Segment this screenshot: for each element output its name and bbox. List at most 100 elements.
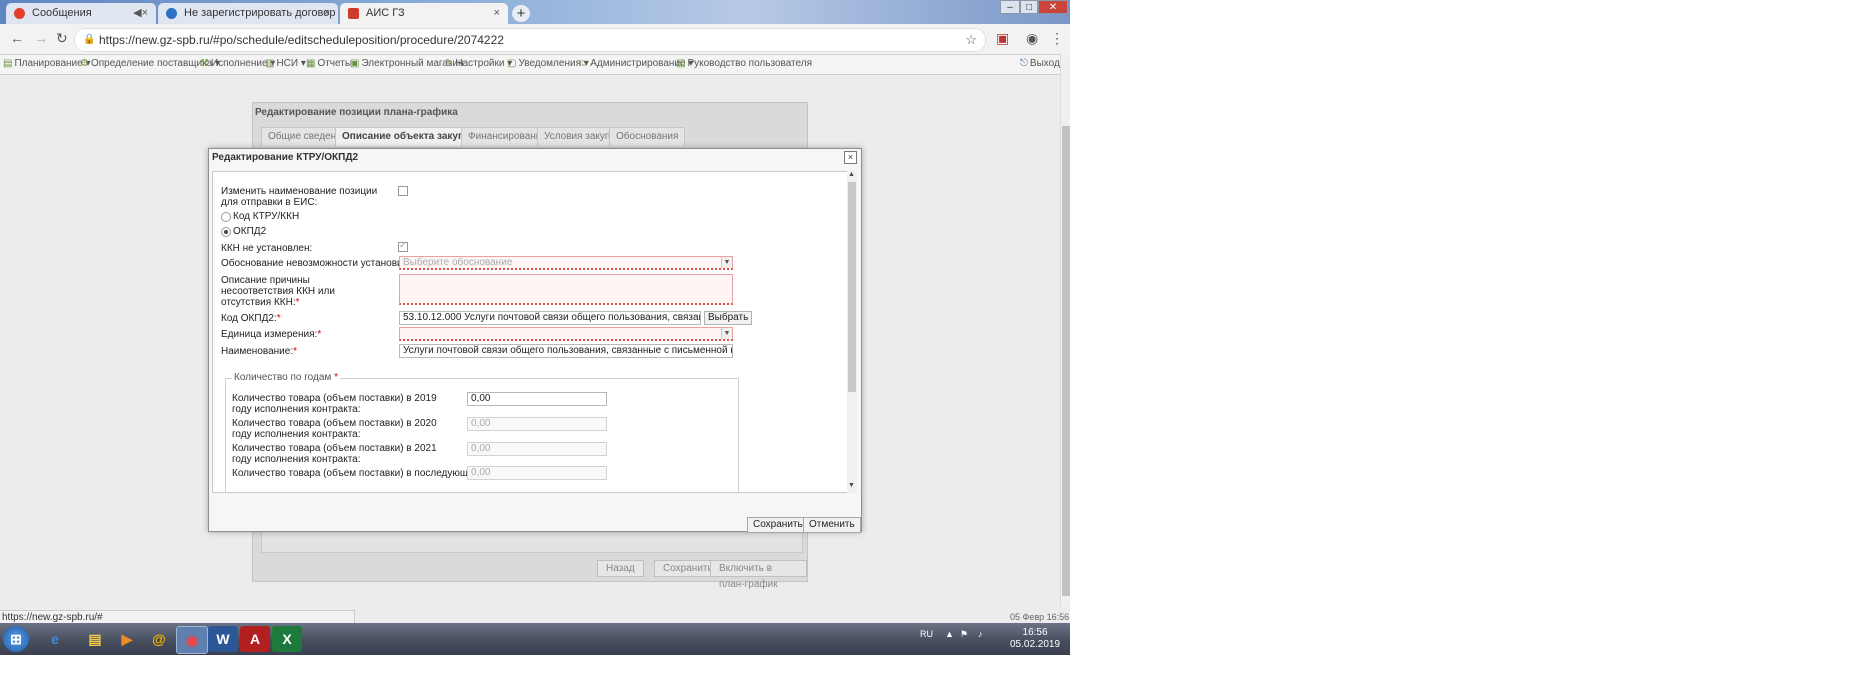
grid-icon: ▤ bbox=[3, 58, 13, 69]
language-indicator[interactable]: RU bbox=[920, 629, 933, 639]
include-in-schedule-button[interactable]: Включить в план-график bbox=[710, 560, 807, 590]
close-window-button[interactable]: ✕ bbox=[1038, 0, 1068, 14]
acrobat-icon[interactable]: A bbox=[240, 626, 270, 652]
menu-planning[interactable]: ▤ Планирование ▾ bbox=[3, 58, 91, 69]
chrome-icon[interactable]: ◉ bbox=[176, 626, 208, 654]
scroll-up-icon[interactable]: ▲ bbox=[848, 171, 855, 178]
chrome-menu-icon[interactable]: ⋮ bbox=[1050, 30, 1064, 47]
internet-explorer-icon[interactable]: e bbox=[40, 626, 70, 652]
okpd-radio[interactable] bbox=[221, 227, 231, 237]
select-okpd-button[interactable]: Выбрать bbox=[704, 311, 753, 325]
dialog-cancel-button[interactable]: Отменить bbox=[803, 517, 861, 533]
change-name-checkbox[interactable] bbox=[398, 186, 408, 196]
globe-favicon-icon bbox=[166, 8, 177, 19]
tab-justifications[interactable]: Обоснования bbox=[609, 127, 686, 146]
tab-label: Сообщения bbox=[32, 7, 92, 19]
speaker-icon[interactable]: ♪ bbox=[978, 629, 983, 639]
dialog-scrollbar[interactable]: ▲ ▼ bbox=[847, 171, 857, 493]
menu-settings[interactable]: ✎ Настройки ▾ bbox=[445, 58, 512, 69]
qty-2019-input[interactable]: 0,00 bbox=[467, 392, 607, 406]
scroll-down-icon[interactable]: ▼ bbox=[848, 482, 855, 489]
close-tab-icon[interactable]: × bbox=[494, 3, 500, 24]
okpd-label: Код ОКПД2:* bbox=[221, 313, 281, 324]
quantity-by-years-group: Количество по годам * Количество товара … bbox=[225, 372, 739, 492]
qty-2021-label: Количество товара (объем поставки) в 202… bbox=[232, 443, 437, 465]
tab-label: АИС ГЗ bbox=[366, 7, 405, 19]
pdf-extension-icon[interactable]: ▣ bbox=[996, 30, 1009, 47]
qty-2019-label: Количество товара (объем поставки) в 201… bbox=[232, 393, 437, 415]
ktru-radio[interactable] bbox=[221, 212, 231, 222]
media-player-icon[interactable]: ▶ bbox=[112, 626, 142, 652]
qty-2021-input: 0,00 bbox=[467, 442, 607, 456]
tab-contract[interactable]: Не зарегистрировать договор | × bbox=[158, 3, 338, 40]
unit-label: Единица измерения:* bbox=[221, 329, 322, 340]
menu-manual[interactable]: ▤ Руководство пользователя bbox=[676, 58, 812, 69]
app-menu-bar: ▤ Планирование ▾ ⚙ Определение поставщика … bbox=[0, 55, 1062, 75]
desc-textarea[interactable] bbox=[399, 274, 733, 305]
windows-taskbar: ⊞ e ▤ ▶ @ ◉ W A X RU ▲ ⚑ ♪ 16:56 05.02.2… bbox=[0, 623, 1070, 655]
new-tab-button[interactable]: + bbox=[512, 5, 530, 22]
qty-later-input: 0,00 bbox=[467, 466, 607, 480]
required-mark: * bbox=[293, 346, 298, 357]
profile-icon[interactable]: ◉ bbox=[1026, 30, 1038, 47]
forward-arrow-icon[interactable]: → bbox=[34, 30, 48, 46]
desc-label: Описание причины несоответствия ККН или … bbox=[221, 275, 335, 308]
mail-icon[interactable]: @ bbox=[144, 626, 174, 652]
dialog-scrollbar-thumb[interactable] bbox=[848, 182, 856, 392]
exit-button[interactable]: ⎋ Выход bbox=[1020, 58, 1060, 69]
dialog-save-button[interactable]: Сохранить bbox=[747, 517, 809, 533]
back-arrow-icon[interactable]: ← bbox=[10, 30, 24, 46]
url-input[interactable]: 🔒 https://new.gz-spb.ru/#po/schedule/edi… bbox=[74, 28, 986, 52]
chevron-down-icon[interactable]: ▼ bbox=[721, 328, 732, 339]
okpd-input[interactable]: 53.10.12.000 Услуги почтовой связи общег… bbox=[399, 311, 701, 325]
address-bar: ← → ↻ 🔒 https://new.gz-spb.ru/#po/schedu… bbox=[0, 24, 1070, 55]
unit-select[interactable]: ▼ bbox=[399, 327, 733, 341]
page-scrollbar-thumb[interactable] bbox=[1062, 126, 1070, 596]
status-link: https://new.gz-spb.ru/# bbox=[0, 610, 355, 623]
edit-ktru-okpd-dialog: Редактирование КТРУ/ОКПД2 × Изменить наи… bbox=[208, 148, 862, 533]
reload-icon[interactable]: ↻ bbox=[56, 30, 68, 47]
shop-icon: ▣ bbox=[350, 58, 360, 69]
required-mark: * bbox=[334, 372, 338, 383]
messages-favicon-icon bbox=[14, 8, 25, 19]
mute-icon[interactable]: ◀× bbox=[133, 3, 148, 24]
excel-icon[interactable]: X bbox=[272, 626, 302, 652]
url-text: https://new.gz-spb.ru/#po/schedule/edits… bbox=[99, 33, 504, 47]
qty-2020-input: 0,00 bbox=[467, 417, 607, 431]
dialog-title: Редактирование КТРУ/ОКПД2 bbox=[212, 152, 359, 163]
kkn-not-set-label: ККН не установлен: bbox=[221, 243, 313, 254]
name-input[interactable]: Услуги почтовой связи общего пользования… bbox=[399, 344, 733, 358]
page-scrollbar[interactable] bbox=[1060, 54, 1070, 608]
change-name-label: Изменить наименование позиции для отправ… bbox=[221, 186, 378, 208]
taskbar-clock[interactable]: 16:56 05.02.2019 bbox=[1010, 627, 1060, 651]
close-tab-icon[interactable]: × bbox=[324, 3, 330, 24]
chevron-down-icon[interactable]: ▼ bbox=[721, 257, 732, 268]
file-explorer-icon[interactable]: ▤ bbox=[80, 626, 110, 652]
reason-select[interactable]: Выберите обоснование ▼ bbox=[399, 256, 733, 270]
tab-ais-gz[interactable]: АИС ГЗ × bbox=[340, 3, 508, 24]
exit-icon: ⎋ bbox=[1020, 58, 1028, 69]
hammer-icon: ⚒ bbox=[200, 58, 209, 69]
menu-reports[interactable]: ▦ Отчеты bbox=[306, 58, 352, 69]
dialog-close-button[interactable]: × bbox=[844, 151, 857, 164]
bookmark-star-icon[interactable]: ☆ bbox=[965, 32, 977, 48]
clock-date: 05.02.2019 bbox=[1010, 639, 1061, 650]
ktru-radio-label: Код КТРУ/ККН bbox=[233, 211, 300, 222]
tray-arrow-icon[interactable]: ▲ bbox=[945, 629, 954, 639]
start-button-icon[interactable]: ⊞ bbox=[3, 626, 29, 652]
menu-nsi[interactable]: ▥ НСИ ▾ bbox=[265, 58, 306, 69]
minimize-button[interactable]: – bbox=[1000, 0, 1020, 14]
back-button[interactable]: Назад bbox=[597, 560, 644, 577]
menu-notifications[interactable]: ▢ Уведомления ▾ bbox=[507, 58, 589, 69]
network-icon[interactable]: ⚑ bbox=[960, 629, 968, 640]
required-mark: * bbox=[317, 329, 322, 340]
qty-later-label: Количество товара (объем поставки) в пос… bbox=[232, 468, 562, 479]
quantity-legend: Количество по годам * bbox=[232, 372, 340, 383]
lock-icon: 🔒 bbox=[83, 34, 96, 45]
tab-messages[interactable]: Сообщения ◀× bbox=[6, 3, 156, 24]
report-icon: ▦ bbox=[306, 58, 316, 69]
word-icon[interactable]: W bbox=[208, 626, 238, 652]
clock-time: 16:56 bbox=[1022, 627, 1048, 638]
manual-icon: ▤ bbox=[676, 58, 686, 69]
maximize-button[interactable]: □ bbox=[1020, 0, 1038, 14]
